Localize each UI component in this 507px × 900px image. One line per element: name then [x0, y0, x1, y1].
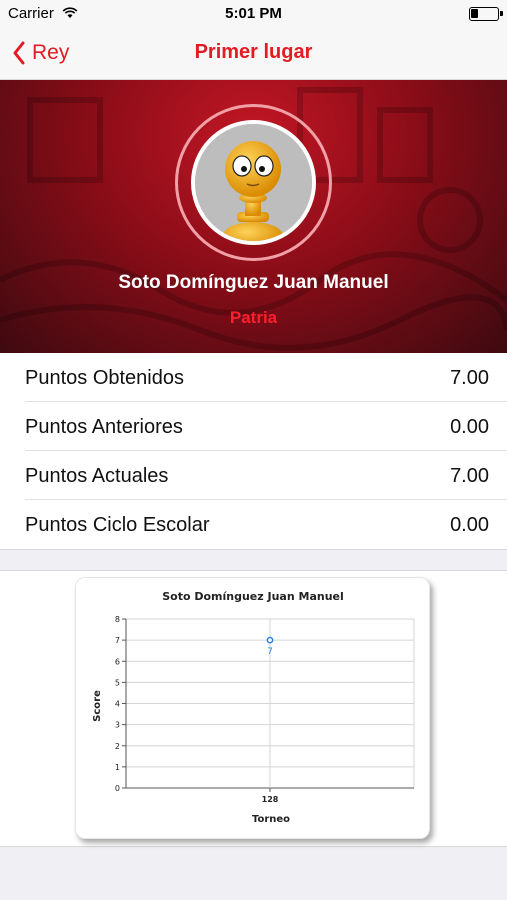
stat-label: Puntos Ciclo Escolar [25, 514, 210, 536]
player-name: Soto Domínguez Juan Manuel [118, 272, 389, 293]
y-tick-label: 7 [115, 636, 120, 645]
stat-label: Puntos Actuales [25, 465, 169, 487]
stat-value: 0.00 [450, 416, 489, 438]
stat-label: Puntos Obtenidos [25, 367, 184, 389]
stat-row-puntos-ciclo-escolar: Puntos Ciclo Escolar 0.00 [0, 500, 507, 549]
y-tick-label: 6 [115, 657, 120, 666]
data-point [266, 636, 274, 644]
battery-icon [469, 7, 503, 21]
navigation-bar: Rey Primer lugar [0, 28, 507, 80]
page-title: Primer lugar [194, 41, 313, 63]
stat-row-puntos-actuales: Puntos Actuales 7.00 [0, 451, 507, 500]
stat-row-puntos-anteriores: Puntos Anteriores 0.00 [0, 402, 507, 451]
stat-value: 7.00 [450, 465, 489, 487]
clock: 5:01 PM [225, 5, 282, 22]
chart-section: Soto Domínguez Juan Manuel 0 1 2 3 4 5 6 7 8 128 7 T… [0, 570, 507, 847]
stat-value: 7.00 [450, 367, 489, 389]
stats-list: Puntos Obtenidos 7.00 Puntos Anteriores … [0, 353, 507, 550]
y-tick-label: 3 [115, 721, 120, 730]
y-tick-label: 4 [115, 700, 120, 709]
y-tick-label: 8 [115, 615, 120, 624]
data-label: 7 [267, 647, 273, 657]
player-team: Patria [229, 308, 278, 327]
y-tick-label: 0 [115, 784, 120, 793]
chess-pawn-avatar-icon [191, 120, 316, 245]
chart-title: Soto Domínguez Juan Manuel [162, 590, 344, 603]
profile-header: Soto Domínguez Juan Manuel Patria [0, 80, 507, 353]
x-tick-label: 128 [262, 795, 279, 804]
score-chart-card: Soto Domínguez Juan Manuel 0 1 2 3 4 5 6 7 8 128 7 T… [75, 577, 430, 839]
score-chart: Soto Domínguez Juan Manuel 0 1 2 3 4 5 6 7 8 128 7 T… [92, 590, 415, 825]
y-axis-label: Score [92, 690, 103, 722]
stat-label: Puntos Anteriores [25, 416, 183, 438]
y-tick-label: 5 [115, 678, 120, 687]
x-axis-label: Torneo [252, 814, 290, 825]
status-bar: Carrier 5:01 PM [0, 0, 507, 28]
stat-value: 0.00 [450, 514, 489, 536]
y-tick-label: 1 [115, 763, 120, 772]
y-tick-label: 2 [115, 742, 120, 751]
stat-row-puntos-obtenidos: Puntos Obtenidos 7.00 [0, 353, 507, 402]
